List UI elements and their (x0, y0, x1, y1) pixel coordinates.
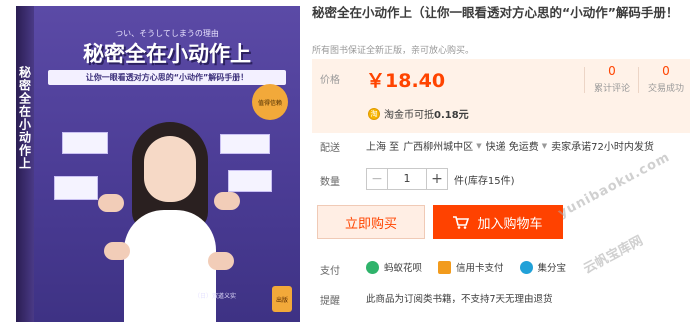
shipping-from: 上海 至 (366, 142, 400, 153)
coin-text: 淘金币可抵 (384, 110, 434, 121)
shipping-destination[interactable]: 广西柳州城中区 (403, 138, 473, 153)
shipping-row: 上海 至 广西柳州城中区 ▼ 快递 免运费 ▼ 卖家承诺72小时内发货 (366, 138, 654, 154)
watermark-cn: 云帆宝库网 (581, 233, 646, 278)
sales-count-value: 0 (662, 64, 670, 78)
price-panel: 价格 ￥18.40 0 累计评论 0 交易成功 淘 淘金币可抵 0.18元 (312, 59, 690, 133)
publisher-logo: 出版 (272, 286, 292, 312)
watermark: yunibaoku.com (555, 149, 673, 222)
payment-method-label: 蚂蚁花呗 (384, 263, 423, 274)
price-label: 价格 (320, 75, 340, 86)
stock-info: 件(库存15件) (454, 175, 515, 187)
shipping-promise: 卖家承诺72小时内发货 (551, 142, 654, 153)
stat-divider (584, 67, 585, 93)
payment-method-label: 信用卡支付 (456, 263, 504, 274)
quantity-label: 数量 (320, 177, 340, 188)
cover-title: 秘密全在小动作上 (83, 42, 251, 66)
huabei-icon (366, 260, 379, 274)
credit-card-icon (438, 260, 452, 274)
chevron-down-icon[interactable]: ▼ (476, 142, 481, 150)
shipping-method[interactable]: 快递 免运费 (486, 138, 539, 153)
cover-author: （日）双道义实 (194, 293, 237, 300)
reminder-label: 提醒 (320, 296, 340, 307)
payment-huabei: 蚂蚁花呗 (366, 260, 422, 274)
cover-callout-2 (54, 176, 98, 200)
quantity-input[interactable]: 1 (388, 168, 426, 190)
sales-count[interactable]: 0 交易成功 (640, 64, 690, 94)
product-info-panel: 秘密全在小动作上（让你一眼看透对方心思的“小动作”解码手册！ 所有图书保证全新正… (312, 0, 690, 327)
product-note: 所有图书保证全新正版，亲可放心购买。 (312, 46, 475, 56)
cart-icon (453, 215, 470, 229)
jifenbao-icon (519, 260, 533, 274)
add-to-cart-button[interactable]: 加入购物车 (433, 205, 563, 239)
price-value: ￥18.40 (366, 70, 446, 92)
cover-woman-illustration (98, 102, 240, 322)
add-to-cart-label: 加入购物车 (477, 216, 543, 232)
quantity-increase-button[interactable]: + (426, 168, 448, 190)
payment-label: 支付 (320, 266, 340, 277)
product-image[interactable]: 秘密全在小动作上 つい、そうしてしまうの理由 秘密全在小动作上 让你一眼看透对方… (0, 0, 303, 327)
cover-callout-1 (62, 132, 108, 154)
buy-now-button[interactable]: 立即购买 (317, 205, 425, 239)
reminder-text: 此商品为订阅类书籍，不支持7天无理由退货 (366, 294, 553, 305)
chevron-down-icon[interactable]: ▼ (542, 142, 547, 150)
review-count[interactable]: 0 累计评论 (586, 64, 638, 94)
cover-badge: 值得信赖 (252, 84, 288, 120)
book-spine: 秘密全在小动作上 (16, 6, 34, 322)
taobao-coin-row: 淘 淘金币可抵 0.18元 (368, 106, 469, 121)
product-title: 秘密全在小动作上（让你一眼看透对方心思的“小动作”解码手册！ (312, 5, 679, 20)
payment-jifenbao: 集分宝 (519, 260, 567, 274)
stat-divider (638, 67, 639, 93)
cover-callout-4 (228, 170, 272, 192)
spine-title: 秘密全在小动作上 (17, 66, 32, 170)
payment-credit-card: 信用卡支付 (438, 260, 504, 274)
review-count-value: 0 (608, 64, 616, 78)
book-front-cover: つい、そうしてしまうの理由 秘密全在小动作上 让你一眼看透对方心思的“小动作”解… (34, 6, 300, 322)
payment-methods: 蚂蚁花呗 信用卡支付 集分宝 (366, 260, 582, 274)
taobao-coin-icon: 淘 (368, 107, 380, 120)
quantity-decrease-button[interactable]: − (366, 168, 388, 190)
payment-method-label: 集分宝 (537, 263, 567, 274)
quantity-stepper: − 1 + 件(库存15件) (366, 168, 515, 190)
cover-subtitle: 让你一眼看透对方心思的“小动作”解码手册！ (48, 70, 286, 85)
sales-count-label: 交易成功 (647, 84, 684, 94)
review-count-label: 累计评论 (593, 84, 630, 94)
coin-amount: 0.18元 (434, 110, 469, 121)
shipping-label: 配送 (320, 143, 340, 154)
